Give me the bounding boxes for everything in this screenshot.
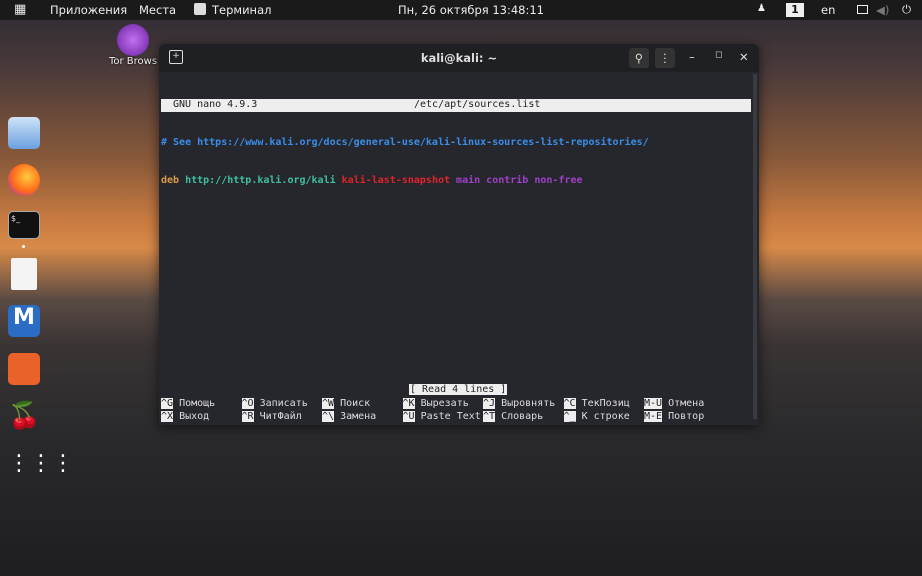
shortcut-item: ^C ТекПозиц — [563, 398, 630, 409]
shortcut-item: ^U Paste Text — [402, 410, 481, 422]
files-icon[interactable] — [8, 117, 40, 149]
shortcut-key: ^U — [402, 410, 415, 422]
shortcut-key: ^J — [483, 398, 496, 409]
shortcut-label: Помощь — [179, 398, 216, 409]
close-button[interactable]: ✕ — [739, 50, 749, 64]
shortcut-item: ^\ Замена — [322, 410, 377, 422]
shortcut-item: ^X Выход — [161, 410, 210, 422]
cherrytree-icon[interactable]: 🍒 — [8, 401, 40, 433]
terminal-app-menu[interactable]: Терминал — [212, 3, 271, 17]
running-indicator — [22, 245, 25, 248]
shortcut-item: M-U Отмена — [644, 398, 704, 409]
scrollbar[interactable] — [753, 74, 757, 419]
burpsuite-icon[interactable] — [8, 353, 40, 385]
kali-menu-icon[interactable]: ▦ — [14, 2, 26, 17]
shortcut-label: Выход — [179, 410, 210, 422]
deb-keyword: deb — [161, 174, 180, 186]
shortcut-label: К строке — [581, 410, 630, 422]
text-editor-icon[interactable] — [11, 258, 37, 290]
top-bar: ▦ Приложения Места Терминал Пн, 26 октяб… — [0, 0, 922, 20]
shortcut-item: M-E Повтор — [644, 410, 705, 422]
terminal-icon[interactable]: $_ — [8, 211, 40, 239]
shortcut-key: ^\ — [322, 410, 335, 422]
volume-icon[interactable]: ◀) — [876, 3, 889, 17]
shortcut-label: Словарь — [501, 410, 544, 422]
display-icon[interactable] — [857, 5, 868, 14]
shortcut-key: ^_ — [563, 410, 576, 422]
shortcut-label: Вырезать — [420, 398, 469, 409]
deb-line: deb http://http.kali.org/kali kali-last-… — [161, 175, 751, 188]
minimize-button[interactable]: – — [689, 50, 695, 64]
workspace-indicator[interactable]: 1 — [786, 3, 804, 17]
shortcut-item: ^O Записать — [241, 398, 308, 409]
shortcut-key: ^C — [563, 398, 576, 409]
search-icon[interactable]: ⚲ — [629, 48, 649, 68]
users-icon[interactable]: ♟ — [757, 3, 766, 14]
shortcut-key: ^T — [483, 410, 496, 422]
shortcut-bar: ^G Помощь ^O Записать ^W Поиск ^K Вырезать ^… — [161, 398, 751, 424]
shortcut-label: Поиск — [340, 398, 371, 409]
places-menu[interactable]: Места — [139, 3, 176, 17]
shortcut-label: ЧитФайл — [259, 410, 302, 422]
component-main: main — [456, 174, 481, 186]
shortcut-item: ^_ К строке — [563, 410, 630, 422]
shortcut-key: M-E — [644, 410, 663, 422]
shortcut-key: ^O — [241, 398, 254, 409]
shortcut-key: ^W — [322, 398, 335, 409]
nano-filename: /etc/apt/sources.list — [414, 99, 541, 110]
shortcut-label: Отмена — [668, 398, 705, 409]
terminal-window: + kali@kali: ~ ⚲ ⋮ – ◻ ✕ GNU nano 4.9.3/… — [159, 44, 759, 425]
shortcut-label: Повтор — [668, 410, 705, 422]
power-icon[interactable]: ⏻ — [902, 2, 911, 17]
repo-url: http://http.kali.org/kali — [185, 174, 336, 186]
shortcut-label: Paste Text — [420, 410, 481, 422]
component-nonfree: non-free — [534, 174, 583, 186]
shortcut-item: ^J Выровнять — [483, 398, 555, 409]
firefox-icon[interactable] — [8, 164, 40, 196]
window-header: + kali@kali: ~ ⚲ ⋮ – ◻ ✕ — [159, 44, 759, 72]
terminal-app-icon — [194, 3, 206, 15]
shortcut-key: ^G — [161, 398, 174, 409]
tor-browser-icon — [117, 24, 149, 56]
nano-editor[interactable]: GNU nano 4.9.3/etc/apt/sources.list # Se… — [161, 74, 751, 212]
shortcut-item: ^K Вырезать — [402, 398, 469, 409]
shortcut-label: Записать — [259, 398, 308, 409]
comment-line: # See https://www.kali.org/docs/general-… — [161, 137, 649, 148]
shortcut-key: ^X — [161, 410, 174, 422]
shortcut-label: Замена — [340, 410, 377, 422]
shortcut-key: M-U — [644, 398, 663, 409]
app-grid-icon[interactable]: ⋮⋮⋮ — [8, 450, 74, 482]
shortcut-label: Выровнять — [501, 398, 556, 409]
shortcut-item: ^T Словарь — [483, 410, 544, 422]
tor-browser-desktop-icon[interactable]: Tor Brows — [108, 24, 158, 67]
nano-titlebar: GNU nano 4.9.3/etc/apt/sources.list — [161, 99, 751, 112]
component-contrib: contrib — [486, 174, 529, 186]
language-indicator[interactable]: en — [821, 3, 835, 17]
applications-menu[interactable]: Приложения — [50, 3, 127, 17]
shortcut-label: ТекПозиц — [581, 398, 630, 409]
status-message: [ Read 4 lines ] — [409, 384, 508, 395]
maximize-button[interactable]: ◻ — [715, 50, 722, 60]
shortcut-item: ^G Помощь — [161, 398, 215, 409]
shortcut-key: ^K — [402, 398, 415, 409]
nano-version: GNU nano 4.9.3 — [173, 99, 258, 110]
menu-icon[interactable]: ⋮ — [655, 48, 675, 68]
shortcut-key: ^R — [241, 410, 254, 422]
clock[interactable]: Пн, 26 октября 13:48:11 — [398, 3, 544, 17]
tor-browser-label: Tor Brows — [108, 56, 158, 67]
suite: kali-last-snapshot — [341, 174, 451, 186]
metasploit-icon[interactable]: M — [8, 305, 40, 337]
shortcut-item: ^W Поиск — [322, 398, 370, 409]
shortcut-item: ^R ЧитФайл — [241, 410, 302, 422]
